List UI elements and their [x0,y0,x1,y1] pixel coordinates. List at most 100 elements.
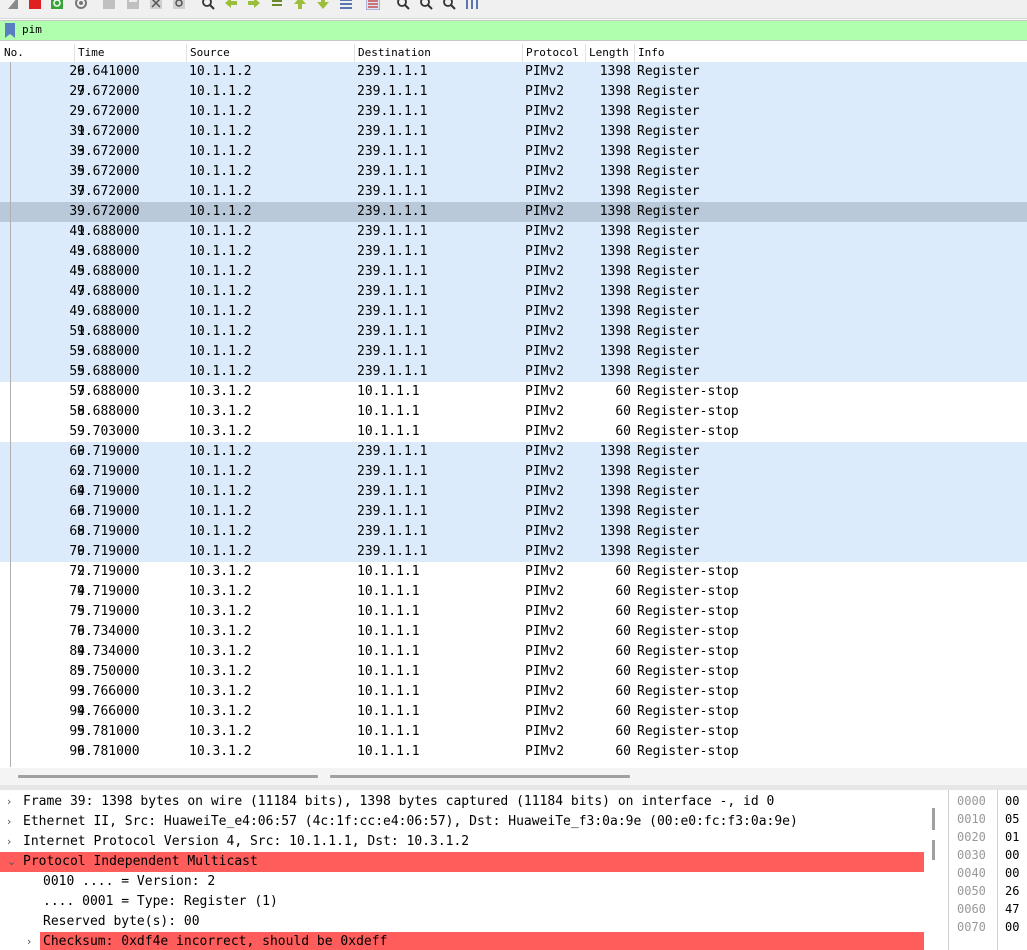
hex-row[interactable]: 0020 01 [949,828,1027,846]
column-divider[interactable] [74,44,75,62]
hex-row[interactable]: 0000 00 [949,792,1027,810]
column-header-destination[interactable]: Destination [358,46,431,60]
detail-tree-item[interactable]: Reserved byte(s): 00 [0,912,924,932]
detail-tree-item[interactable]: › Checksum: 0xdf4e incorrect, should be 0… [27,932,924,950]
packet-row[interactable]: 94 9.766000 10.3.1.2 10.1.1.1 PIMv2 60 Registe… [0,702,1027,722]
packet-row[interactable]: 55 9.688000 10.1.1.2 239.1.1.1 PIMv2 1398 Regi… [0,362,1027,382]
stop-capture-icon[interactable] [28,0,42,10]
hex-row[interactable]: 0070 00 [949,918,1027,936]
packet-row[interactable]: 59 9.703000 10.3.1.2 10.1.1.1 PIMv2 60 Registe… [0,422,1027,442]
packet-row[interactable]: 31 9.672000 10.1.1.2 239.1.1.1 PIMv2 1398 Regi… [0,122,1027,142]
expanded-chevron-icon[interactable]: ⌄ [7,852,16,872]
packet-row[interactable]: 85 9.750000 10.3.1.2 10.1.1.1 PIMv2 60 Registe… [0,662,1027,682]
packet-row[interactable]: 57 9.688000 10.3.1.2 10.1.1.1 PIMv2 60 Registe… [0,382,1027,402]
packet-row[interactable]: 96 9.781000 10.3.1.2 10.1.1.1 PIMv2 60 Registe… [0,742,1027,762]
packet-row[interactable]: 51 9.688000 10.1.1.2 239.1.1.1 PIMv2 1398 Regi… [0,322,1027,342]
column-header-no[interactable]: No. [4,46,24,60]
column-header-length[interactable]: Length [589,46,629,60]
zoom-in-icon[interactable] [396,0,410,10]
detail-tree-item[interactable]: ⌄ Protocol Independent Multicast [0,852,924,872]
packet-row[interactable]: 93 9.766000 10.3.1.2 10.1.1.1 PIMv2 60 Registe… [0,682,1027,702]
resize-columns-icon[interactable] [465,0,479,10]
packet-row[interactable]: 68 9.719000 10.1.1.2 239.1.1.1 PIMv2 1398 Regi… [0,522,1027,542]
close-file-icon[interactable] [149,0,163,10]
go-last-icon[interactable] [316,0,330,10]
packet-row[interactable]: 53 9.688000 10.1.1.2 239.1.1.1 PIMv2 1398 Regi… [0,342,1027,362]
packet-row[interactable]: 70 9.719000 10.1.1.2 239.1.1.1 PIMv2 1398 Regi… [0,542,1027,562]
collapsed-chevron-icon[interactable]: › [7,792,11,812]
go-to-packet-icon[interactable] [270,0,284,10]
capture-options-icon[interactable] [74,0,88,10]
packet-row[interactable]: 47 9.688000 10.1.1.2 239.1.1.1 PIMv2 1398 Regi… [0,282,1027,302]
detail-tree-item[interactable]: .... 0001 = Type: Register (1) [0,892,924,912]
packet-bytes-pane[interactable]: 0000 00 0010 05 0020 01 0030 00 0040 00 0050 26 0060… [948,790,1027,950]
packet-row[interactable]: 26 9.641000 10.1.1.2 239.1.1.1 PIMv2 1398 Regi… [0,62,1027,82]
column-divider[interactable] [186,44,187,62]
packet-row[interactable]: 37 9.672000 10.1.1.2 239.1.1.1 PIMv2 1398 Regi… [0,182,1027,202]
packet-list[interactable]: 26 9.641000 10.1.1.2 239.1.1.1 PIMv2 1398 Regi… [0,62,1027,767]
hscroll-thumb-left[interactable] [18,775,318,778]
packet-row[interactable]: 41 9.688000 10.1.1.2 239.1.1.1 PIMv2 1398 Regi… [0,222,1027,242]
column-header-protocol[interactable]: Protocol [526,46,579,60]
collapsed-chevron-icon[interactable]: › [7,832,11,852]
collapsed-chevron-icon[interactable]: › [7,812,11,832]
packet-row[interactable]: 76 9.734000 10.3.1.2 10.1.1.1 PIMv2 60 Registe… [0,622,1027,642]
column-header-info[interactable]: Info [638,46,665,60]
detail-tree-item[interactable]: 0010 .... = Version: 2 [0,872,924,892]
find-icon[interactable] [201,0,215,10]
zoom-out-icon[interactable] [419,0,433,10]
column-divider[interactable] [585,44,586,62]
packet-row[interactable]: 75 9.719000 10.3.1.2 10.1.1.1 PIMv2 60 Registe… [0,602,1027,622]
packet-row[interactable]: 72 9.719000 10.3.1.2 10.1.1.1 PIMv2 60 Registe… [0,562,1027,582]
auto-scroll-icon[interactable] [339,0,353,10]
colorize-icon[interactable] [366,0,380,10]
packet-row[interactable]: 49 9.688000 10.1.1.2 239.1.1.1 PIMv2 1398 Regi… [0,302,1027,322]
packet-row[interactable]: 84 9.734000 10.3.1.2 10.1.1.1 PIMv2 60 Registe… [0,642,1027,662]
bookmark-icon[interactable] [4,23,16,38]
packet-row[interactable]: 45 9.688000 10.1.1.2 239.1.1.1 PIMv2 1398 Regi… [0,262,1027,282]
packet-row[interactable]: 62 9.719000 10.1.1.2 239.1.1.1 PIMv2 1398 Regi… [0,462,1027,482]
packet-row[interactable]: 35 9.672000 10.1.1.2 239.1.1.1 PIMv2 1398 Regi… [0,162,1027,182]
hex-row[interactable]: 0040 00 [949,864,1027,882]
vscroll-thumb[interactable] [932,840,935,860]
detail-tree-item[interactable]: › Frame 39: 1398 bytes on wire (11184 bit… [0,792,924,812]
vscroll-thumb[interactable] [932,808,935,830]
shark-fin-icon[interactable] [6,0,20,10]
packet-row[interactable]: 66 9.719000 10.1.1.2 239.1.1.1 PIMv2 1398 Regi… [0,502,1027,522]
packet-row[interactable]: 74 9.719000 10.3.1.2 10.1.1.1 PIMv2 60 Registe… [0,582,1027,602]
column-divider[interactable] [354,44,355,62]
column-divider[interactable] [522,44,523,62]
packet-row[interactable]: 58 9.688000 10.3.1.2 10.1.1.1 PIMv2 60 Registe… [0,402,1027,422]
collapsed-chevron-icon[interactable]: › [27,932,31,950]
display-filter-input[interactable]: pim [22,23,42,36]
packet-row[interactable]: 60 9.719000 10.1.1.2 239.1.1.1 PIMv2 1398 Regi… [0,442,1027,462]
go-back-icon[interactable] [224,0,238,10]
hex-row[interactable]: 0030 00 [949,846,1027,864]
packet-row[interactable]: 33 9.672000 10.1.1.2 239.1.1.1 PIMv2 1398 Regi… [0,142,1027,162]
detail-tree-item[interactable]: › Internet Protocol Version 4, Src: 10.1.… [0,832,924,852]
zoom-normal-icon[interactable] [442,0,456,10]
details-vscrollbar[interactable] [928,790,942,950]
detail-tree-item[interactable]: › Ethernet II, Src: HuaweiTe_e4:06:57 (4c… [0,812,924,832]
open-file-icon[interactable] [102,0,116,10]
reload-icon[interactable] [172,0,186,10]
packet-row[interactable]: 95 9.781000 10.3.1.2 10.1.1.1 PIMv2 60 Registe… [0,722,1027,742]
hscroll-thumb-right[interactable] [330,775,630,778]
go-first-icon[interactable] [293,0,307,10]
column-header-time[interactable]: Time [78,46,105,60]
hex-row[interactable]: 0050 26 [949,882,1027,900]
go-forward-icon[interactable] [247,0,261,10]
packet-row-selected[interactable]: 39 9.672000 10.1.1.2 239.1.1.1 PIMv2 1398 Regi… [0,202,1027,222]
hex-row[interactable]: 0060 47 [949,900,1027,918]
restart-capture-icon[interactable] [50,0,64,10]
packet-details-tree[interactable]: › Frame 39: 1398 bytes on wire (11184 bit… [0,790,946,950]
column-header-source[interactable]: Source [190,46,230,60]
packet-row[interactable]: 27 9.672000 10.1.1.2 239.1.1.1 PIMv2 1398 Regi… [0,82,1027,102]
save-file-icon[interactable] [126,0,140,10]
packet-row[interactable]: 64 9.719000 10.1.1.2 239.1.1.1 PIMv2 1398 Regi… [0,482,1027,502]
packet-list-hscrollbar[interactable] [0,768,1027,785]
packet-row[interactable]: 29 9.672000 10.1.1.2 239.1.1.1 PIMv2 1398 Regi… [0,102,1027,122]
packet-row[interactable]: 43 9.688000 10.1.1.2 239.1.1.1 PIMv2 1398 Regi… [0,242,1027,262]
column-divider[interactable] [634,44,635,62]
hex-row[interactable]: 0010 05 [949,810,1027,828]
